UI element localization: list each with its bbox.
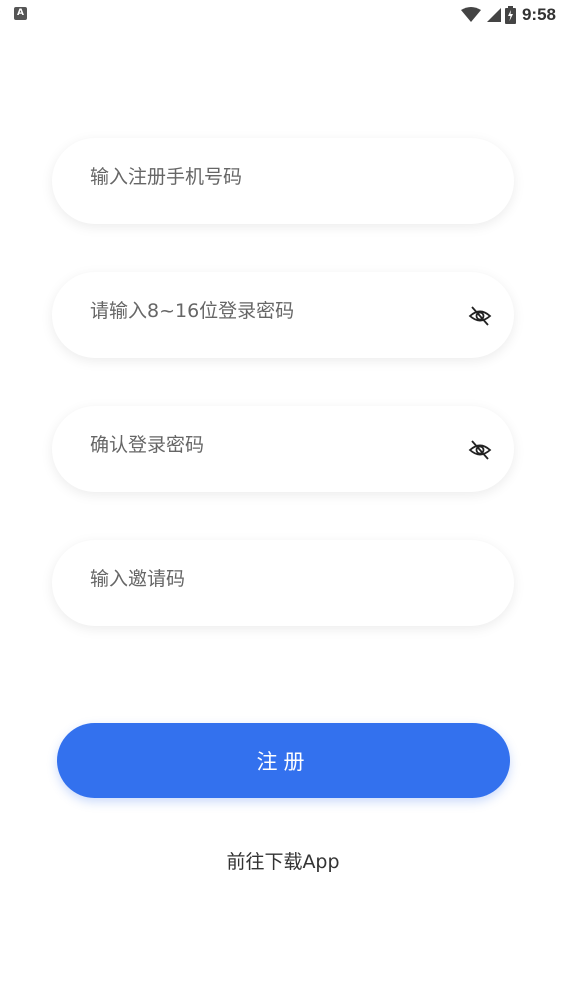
status-icons: 9:58 bbox=[460, 4, 556, 26]
app-notification-icon: A bbox=[14, 7, 27, 20]
phone-field[interactable] bbox=[52, 134, 514, 224]
password-input[interactable] bbox=[90, 268, 450, 354]
status-time: 9:58 bbox=[521, 5, 556, 24]
signal-icon bbox=[486, 8, 501, 22]
invite-code-field[interactable] bbox=[52, 536, 514, 626]
register-button[interactable]: 注册 bbox=[57, 723, 510, 798]
phone-input[interactable] bbox=[90, 134, 450, 220]
invite-code-input[interactable] bbox=[90, 536, 450, 622]
password-field[interactable] bbox=[52, 268, 514, 358]
download-app-link[interactable]: 前往下载App bbox=[0, 847, 566, 874]
eye-off-icon[interactable] bbox=[468, 304, 492, 328]
wifi-icon bbox=[460, 7, 481, 22]
confirm-password-input[interactable] bbox=[90, 402, 450, 488]
status-bar: A 9:58 bbox=[0, 0, 566, 30]
confirm-password-field[interactable] bbox=[52, 402, 514, 492]
eye-off-icon[interactable] bbox=[468, 438, 492, 462]
battery-icon bbox=[504, 6, 516, 24]
